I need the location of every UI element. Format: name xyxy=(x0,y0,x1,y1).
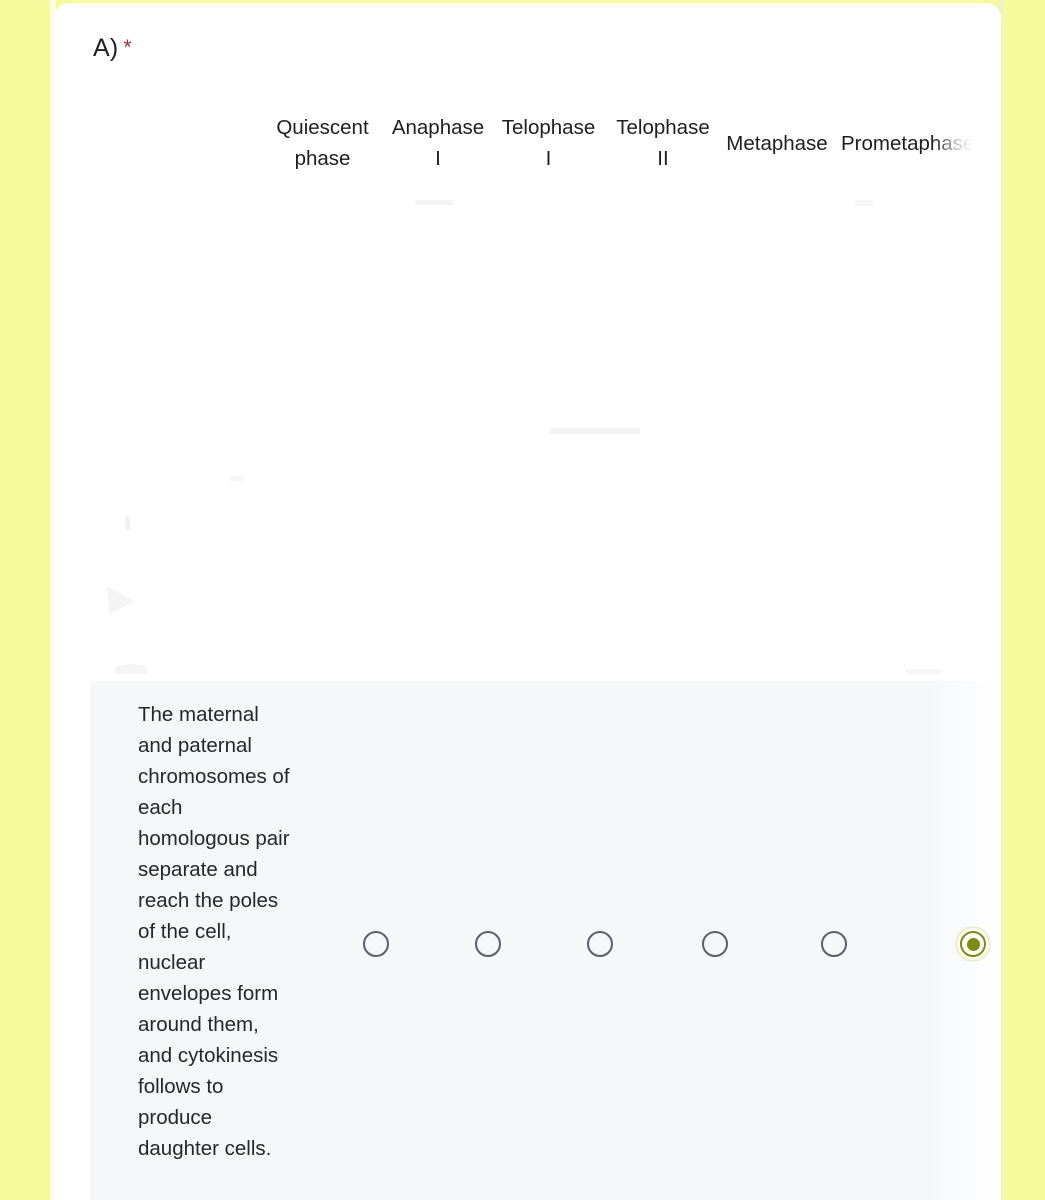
column-header-prometaphase: Prometaphase xyxy=(841,132,973,155)
scan-ghost-artifact xyxy=(115,664,147,674)
radio-option-telophase-i[interactable] xyxy=(587,931,613,957)
column-header-anaphase-i: Anaphase I xyxy=(391,116,485,170)
scan-ghost-artifact xyxy=(415,200,453,205)
column-header-telophase-i: Telophase I xyxy=(501,116,596,170)
radio-option-prometaphase[interactable] xyxy=(960,931,986,957)
column-header-metaphase: Metaphase xyxy=(726,132,828,155)
table-row: The maternal and paternal chromosomes of… xyxy=(90,681,995,1200)
column-header-quiescent-phase: Quiescent phase xyxy=(276,116,369,170)
scan-ghost-artifact xyxy=(550,428,640,434)
scan-ghost-artifact xyxy=(107,586,135,614)
radio-option-metaphase[interactable] xyxy=(821,931,847,957)
radio-option-quiescent-phase[interactable] xyxy=(363,931,389,957)
scan-ghost-artifact xyxy=(125,516,130,530)
scan-ghost-artifact xyxy=(855,200,873,206)
scan-ghost-artifact xyxy=(905,669,941,674)
radio-option-anaphase-i[interactable] xyxy=(475,931,501,957)
scan-ghost-artifact xyxy=(230,476,244,481)
row-label: The maternal and paternal chromosomes of… xyxy=(138,703,290,1160)
required-asterisk: * xyxy=(123,36,132,59)
radio-option-telophase-ii[interactable] xyxy=(702,931,728,957)
question-label: A) xyxy=(93,34,119,62)
column-header-row: Quiescent phase Anaphase I Telophase I T… xyxy=(55,112,1000,182)
question-card: A) * Quiescent phase Anaphase I Telophase… xyxy=(55,4,1000,1200)
column-header-telophase-ii: Telophase II xyxy=(616,116,710,170)
page-title: A) * xyxy=(93,34,132,63)
